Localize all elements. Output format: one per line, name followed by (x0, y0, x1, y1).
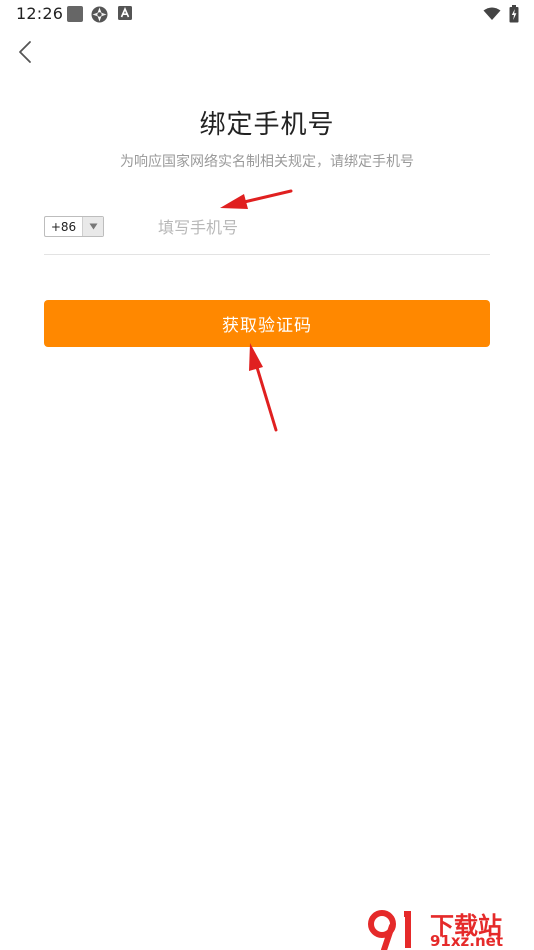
country-code-select[interactable]: +86 (44, 216, 104, 237)
status-time: 12:26 (16, 4, 64, 23)
phone-number-input[interactable] (156, 212, 480, 242)
battery-icon (509, 5, 519, 23)
wifi-icon (483, 7, 501, 20)
app-notification-icon (67, 6, 83, 22)
country-code-value: +86 (50, 219, 77, 234)
status-bar: 12:26 (0, 0, 534, 28)
a-notification-icon (118, 6, 132, 20)
chevron-left-icon (19, 41, 31, 63)
page-title: 绑定手机号 (199, 110, 335, 140)
annotation-arrow-icon (220, 189, 293, 209)
get-verification-code-button[interactable]: 获取验证码 (44, 300, 490, 347)
dropdown-arrow-icon (82, 217, 103, 236)
watermark-logo: 下载站 91xz.net (364, 910, 534, 950)
page-subtitle: 为响应国家网络实名制相关规定，请绑定手机号 (120, 154, 414, 170)
back-button[interactable] (10, 36, 42, 68)
watermark-url: 91xz.net (430, 932, 504, 950)
annotation-arrows (220, 189, 293, 432)
91-logo-icon (368, 910, 411, 950)
shutter-icon (91, 6, 108, 23)
annotation-arrow-icon (249, 343, 278, 432)
input-underline (44, 254, 490, 255)
